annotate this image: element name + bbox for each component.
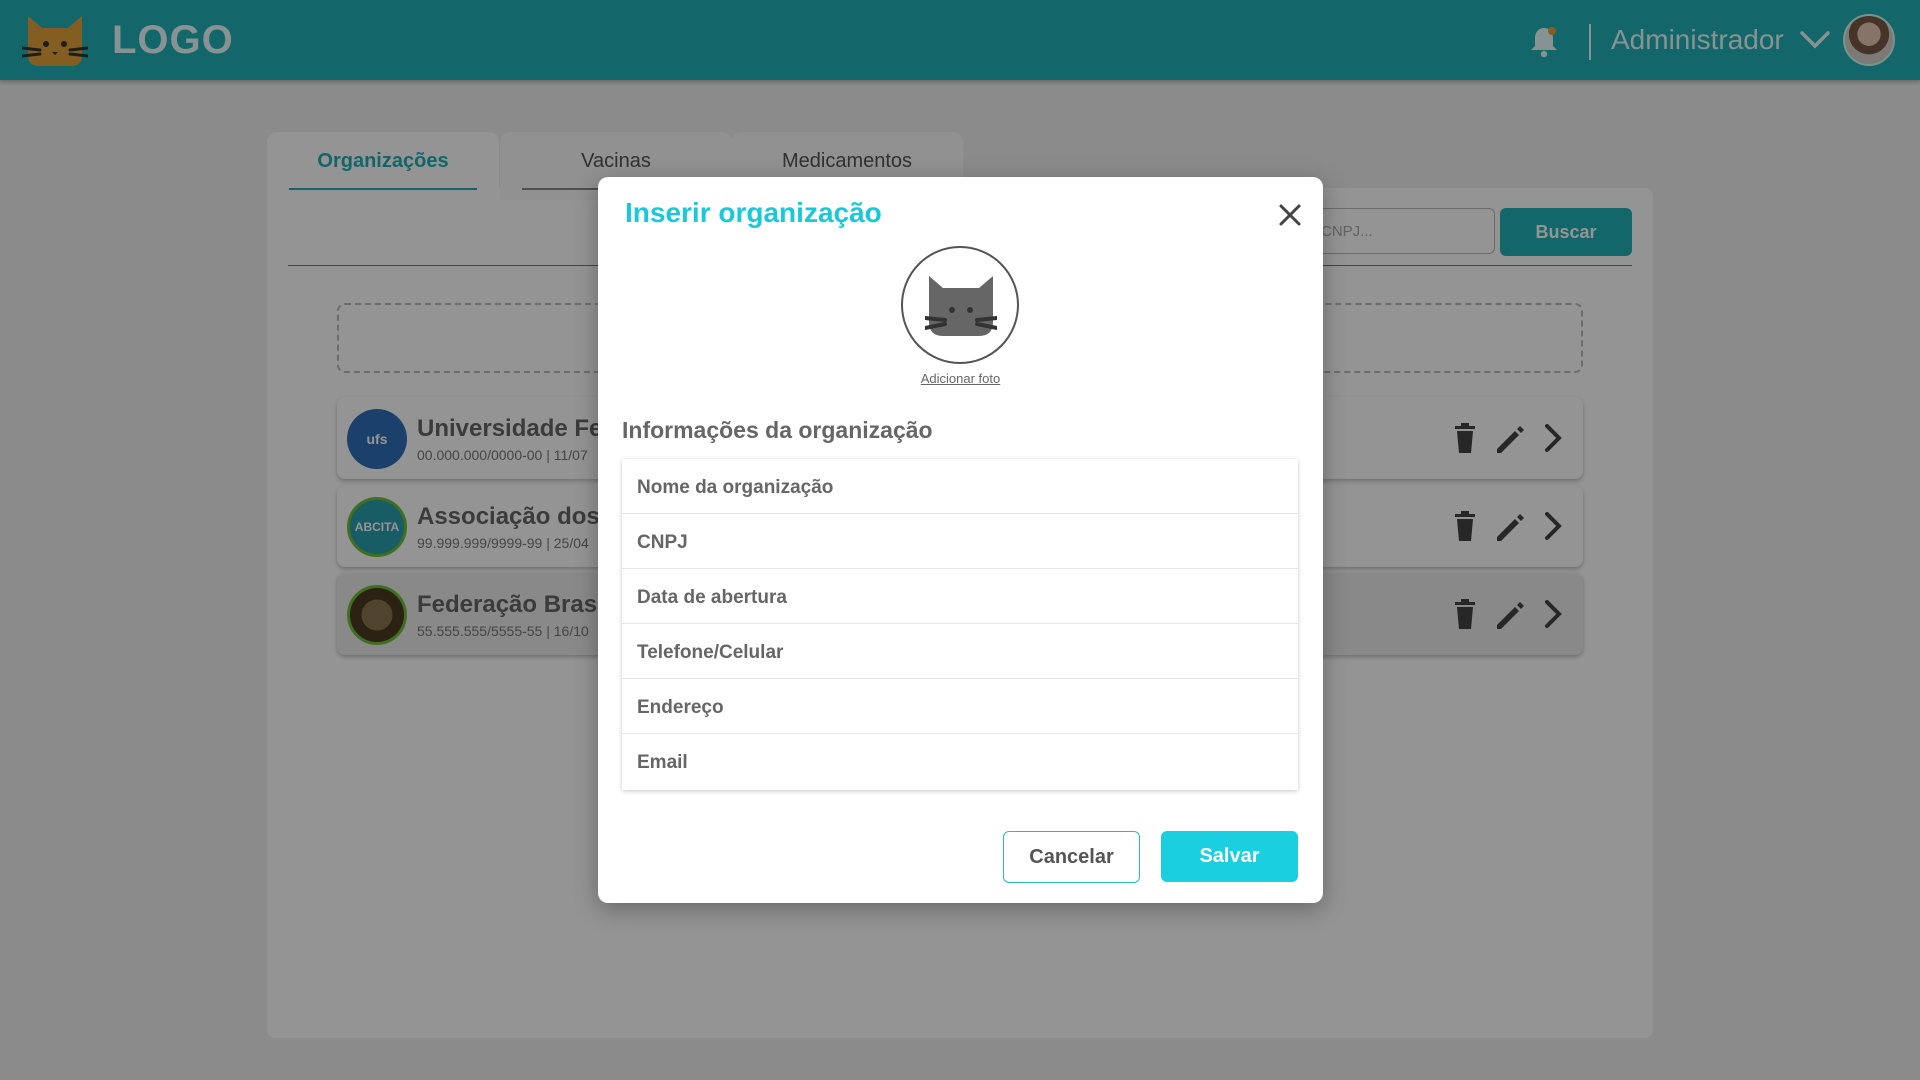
cat-placeholder-icon bbox=[925, 276, 997, 336]
organization-form: Nome da organização CNPJ Data de abertur… bbox=[622, 459, 1298, 790]
close-icon[interactable] bbox=[1275, 200, 1305, 230]
add-photo-link[interactable]: Adicionar foto bbox=[598, 371, 1323, 386]
save-button[interactable]: Salvar bbox=[1161, 831, 1298, 882]
modal-title: Inserir organização bbox=[625, 197, 882, 228]
org-name-field[interactable]: Nome da organização bbox=[622, 459, 1298, 514]
photo-placeholder[interactable] bbox=[901, 246, 1019, 364]
phone-field[interactable]: Telefone/Celular bbox=[622, 624, 1298, 679]
insert-organization-modal: Inserir organização Adicionar foto Infor… bbox=[598, 177, 1323, 903]
opening-date-field[interactable]: Data de abertura bbox=[622, 569, 1298, 624]
cnpj-field[interactable]: CNPJ bbox=[622, 514, 1298, 569]
email-field[interactable]: Email bbox=[622, 734, 1298, 789]
address-field[interactable]: Endereço bbox=[622, 679, 1298, 734]
cancel-button[interactable]: Cancelar bbox=[1003, 831, 1140, 883]
section-title: Informações da organização bbox=[622, 417, 933, 443]
